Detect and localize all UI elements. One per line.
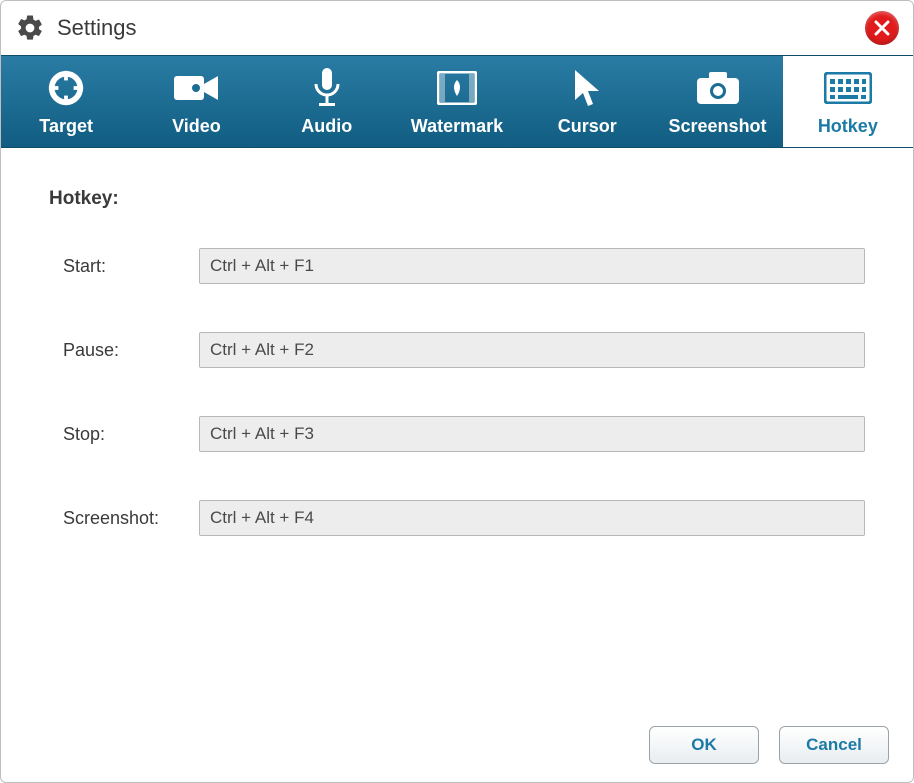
tab-target[interactable]: Target [1,56,131,147]
watermark-icon [437,68,477,108]
tab-bar: Target Video Audio [1,55,913,148]
titlebar: Settings [1,1,913,55]
hotkey-input-screenshot[interactable] [199,500,865,536]
tab-label: Cursor [558,116,617,137]
hotkey-input-start[interactable] [199,248,865,284]
keyboard-icon [824,68,872,108]
tab-label: Audio [301,116,352,137]
target-icon [47,68,85,108]
tab-label: Screenshot [669,116,767,137]
tab-cursor[interactable]: Cursor [522,56,652,147]
hotkey-row-pause: Pause: [49,332,865,368]
hotkey-label-stop: Stop: [49,424,199,445]
camera-icon [697,68,739,108]
hotkey-input-pause[interactable] [199,332,865,368]
tab-audio[interactable]: Audio [262,56,392,147]
tab-label: Video [172,116,221,137]
hotkey-label-screenshot: Screenshot: [49,508,199,529]
footer: OK Cancel [1,726,913,782]
hotkey-row-start: Start: [49,248,865,284]
hotkey-row-stop: Stop: [49,416,865,452]
tab-label: Watermark [411,116,503,137]
ok-button[interactable]: OK [649,726,759,764]
tab-watermark[interactable]: Watermark [392,56,522,147]
window-title: Settings [57,15,137,41]
cursor-icon [573,68,601,108]
hotkey-input-stop[interactable] [199,416,865,452]
tab-screenshot[interactable]: Screenshot [652,56,782,147]
microphone-icon [312,68,342,108]
close-icon [873,19,891,37]
section-title: Hotkey: [49,188,865,210]
video-camera-icon [174,68,218,108]
tab-video[interactable]: Video [131,56,261,147]
settings-window: Settings Target [0,0,914,783]
hotkey-panel: Hotkey: Start: Pause: Stop: Screenshot: [1,148,913,726]
cancel-button[interactable]: Cancel [779,726,889,764]
tab-hotkey[interactable]: Hotkey [783,56,913,147]
hotkey-row-screenshot: Screenshot: [49,500,865,536]
tab-label: Hotkey [818,116,878,137]
tab-label: Target [39,116,93,137]
hotkey-label-start: Start: [49,256,199,277]
gear-icon [15,13,45,43]
hotkey-label-pause: Pause: [49,340,199,361]
close-button[interactable] [865,11,899,45]
